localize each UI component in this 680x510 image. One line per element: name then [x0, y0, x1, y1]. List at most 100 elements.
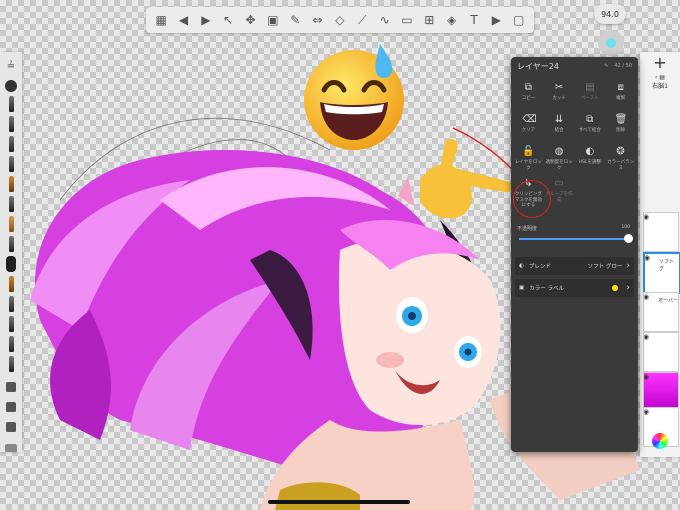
opacity-value: 100 — [621, 225, 630, 230]
select-icon[interactable]: ↖ — [219, 11, 237, 29]
blend-icon: ◐ — [519, 263, 524, 269]
add-layer-button[interactable]: + — [640, 52, 680, 74]
video-icon[interactable]: ▶ — [487, 11, 505, 29]
redo-icon[interactable]: ▶ — [197, 11, 215, 29]
pen-icon[interactable]: ✎ — [286, 11, 304, 29]
brush-tool-8[interactable] — [4, 235, 18, 252]
panel-title: レイヤー24 — [517, 61, 559, 71]
opacity-label: 不透明度 — [517, 226, 538, 232]
brush-tool-3[interactable] — [4, 135, 18, 152]
brush-tool-4[interactable] — [4, 155, 18, 172]
brush-tool-1[interactable] — [4, 95, 18, 112]
merge-all-icon: ⧉ — [586, 114, 594, 125]
folder-icon: ▭ — [554, 178, 564, 189]
eye-icon[interactable]: ◉ — [644, 373, 649, 381]
blend-label: ブレンド — [528, 264, 551, 270]
brush-tool-10[interactable] — [4, 275, 18, 292]
left-brush-toolbar: ≟ — [0, 52, 22, 452]
eye-icon[interactable]: ◉ — [644, 408, 649, 416]
blend-mode-row[interactable]: ◐ ブレンド ソフト グロー › — [515, 257, 634, 275]
chevron-right-icon: › — [626, 283, 630, 293]
action-merge[interactable]: ⇊ 結合 — [544, 111, 575, 143]
brush-preview-dot — [598, 30, 624, 56]
layer-menu-panel: レイヤー24 ✎ 42 / 50 ⧉ コピー ✂ カット ▤ ペースト ⧈ 複製 ⌫ クリ… — [511, 57, 638, 452]
image-icon[interactable]: ▭ — [398, 11, 416, 29]
blend-value: ソフト グロー — [587, 264, 623, 270]
brush-tool-5[interactable] — [4, 175, 18, 192]
layer-thumb-1[interactable]: ◉ ソフト グ — [643, 252, 680, 294]
eye-icon[interactable]: ◉ — [644, 333, 649, 341]
brush-tool-11[interactable] — [4, 295, 18, 312]
action-lock-layer[interactable]: 🔓 レイヤをロック — [513, 143, 544, 175]
color-balance-icon: ❂ — [616, 146, 625, 157]
ruler-icon[interactable]: ⟋ — [353, 11, 371, 29]
color-label-row[interactable]: ▣ カラー ラベル › — [515, 279, 634, 297]
brush-size-dot[interactable] — [4, 75, 18, 92]
brush-size-value: 94.0 — [594, 4, 626, 24]
trash-icon: 🗑 — [614, 114, 628, 125]
action-delete[interactable]: 🗑 削除 — [605, 111, 636, 143]
eye-icon[interactable]: ◉ — [644, 213, 649, 221]
brush-tool-2[interactable] — [4, 115, 18, 132]
opacity-slider[interactable] — [519, 234, 633, 243]
eraser-tool-3[interactable] — [4, 415, 18, 432]
color-wheel-icon[interactable] — [652, 433, 668, 449]
fill-icon[interactable]: ◈ — [443, 11, 461, 29]
home-indicator — [268, 500, 410, 504]
symmetry-icon[interactable]: ⇔ — [309, 11, 327, 29]
color-label-dot — [612, 285, 619, 291]
merge-icon: ⇊ — [554, 114, 564, 125]
eraser-tool-1[interactable] — [4, 375, 18, 392]
text-icon[interactable]: T — [465, 11, 483, 29]
action-copy[interactable]: ⧉ コピー — [513, 79, 544, 111]
layer-thumb-3[interactable]: ◉ — [643, 332, 679, 372]
grid-icon[interactable]: ▦ — [152, 11, 170, 29]
brush-tool-13[interactable] — [4, 335, 18, 352]
action-paste: ▤ ペースト — [580, 82, 599, 101]
undo-icon[interactable]: ◀ — [175, 11, 193, 29]
curve-icon[interactable]: ∿ — [376, 11, 394, 29]
lock-icon: 🔓 — [522, 146, 535, 157]
transform-icon[interactable]: ✥ — [242, 11, 260, 29]
pointing-hand-icon — [420, 138, 513, 219]
action-duplicate[interactable]: ⧈ 複製 — [605, 79, 636, 111]
duplicate-icon: ⧈ — [617, 82, 624, 93]
brush-tool-6[interactable] — [4, 195, 18, 212]
transparency-lock-icon: ◍ — [554, 146, 564, 157]
layer-thumb-4[interactable]: ◉ — [643, 372, 679, 412]
opacity-slider-knob[interactable] — [624, 234, 633, 243]
paste-icon: ▤ — [585, 82, 595, 93]
brush-tool-9[interactable] — [4, 255, 18, 272]
shape-icon[interactable]: ◇ — [331, 11, 349, 29]
eye-icon[interactable]: ◉ — [644, 293, 649, 301]
clear-icon: ⌫ — [522, 114, 537, 125]
action-hsl[interactable]: ◐ HSLを調整 — [575, 143, 606, 175]
eraser-tool-2[interactable] — [4, 395, 18, 412]
action-lock-transparency[interactable]: ◍ 透明度をロック — [544, 143, 575, 175]
brush-settings-icon[interactable]: ≟ — [4, 55, 18, 72]
brush-tool-12[interactable] — [4, 315, 18, 332]
eye-icon[interactable]: ◉ — [645, 254, 650, 262]
action-cut[interactable]: ✂ カット — [544, 79, 575, 111]
layer-thumb-2[interactable]: ◉ オーバー — [643, 292, 679, 332]
color-label-text: カラー ラベル — [529, 286, 564, 292]
fullscreen-icon[interactable]: ▢ — [510, 11, 528, 29]
perspective-icon[interactable]: ⊞ — [420, 11, 438, 29]
brush-tool-14[interactable] — [4, 355, 18, 372]
eraser-tool-4[interactable] — [4, 435, 18, 452]
sweat-smile-emoji-icon — [304, 44, 404, 150]
action-color-balance[interactable]: ❂ カラーバランス — [605, 143, 636, 175]
hsl-icon: ◐ — [585, 146, 595, 157]
action-merge-all[interactable]: ⧉ すべて結合 — [575, 111, 606, 143]
top-toolbar: ▦ ◀ ▶ ↖ ✥ ▣ ✎ ⇔ ◇ ⟋ ∿ ▭ ⊞ ◈ T ▶ ▢ — [146, 7, 534, 33]
action-clear[interactable]: ⌫ クリア — [513, 111, 544, 143]
brush-tool-7[interactable] — [4, 215, 18, 232]
layer-thumb-0[interactable]: ◉ — [643, 212, 679, 252]
back-layer-button[interactable]: ‹ ▤ 右脳1 — [640, 74, 680, 90]
crop-icon[interactable]: ▣ — [264, 11, 282, 29]
panel-header: レイヤー24 ✎ 42 / 50 — [511, 57, 638, 75]
layer-count: 42 / 50 — [614, 63, 632, 69]
copy-icon: ⧉ — [524, 82, 532, 93]
rename-icon[interactable]: ✎ — [604, 63, 608, 69]
chevron-right-icon: › — [626, 261, 630, 271]
